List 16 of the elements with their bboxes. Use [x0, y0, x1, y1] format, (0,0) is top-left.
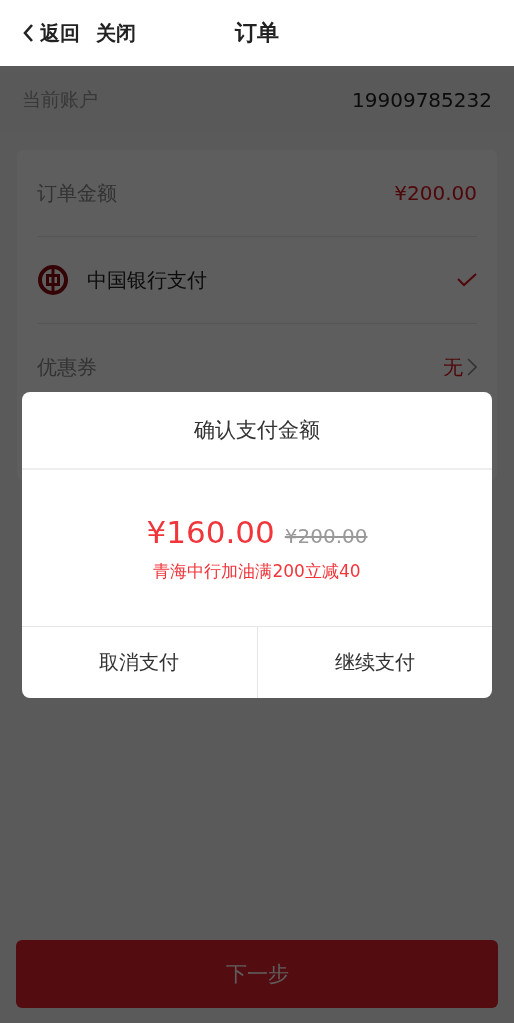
dialog-button[interactable]: 取消支付 — [22, 627, 257, 698]
back-button[interactable]: 返回 — [22, 19, 80, 47]
dialog-title: 确认支付金额 — [22, 392, 492, 470]
original-price: ¥200.00 — [284, 523, 368, 548]
chevron-right-icon — [467, 358, 477, 376]
close-button[interactable]: 关闭 — [96, 19, 136, 47]
promotion-text: 青海中行加油满200立减40 — [153, 559, 361, 583]
dialog-button[interactable]: 继续支付 — [256, 627, 492, 698]
discounted-price: ¥160.00 — [146, 513, 275, 550]
payment-label: 中国银行支付 — [87, 266, 207, 294]
back-icon — [22, 23, 34, 43]
back-label: 返回 — [40, 19, 80, 47]
account-number: 19909785232 — [352, 87, 492, 112]
page-title: 订单 — [235, 19, 279, 47]
order-amount: ¥200.00 — [394, 181, 477, 205]
bank-logo-icon — [37, 264, 69, 296]
